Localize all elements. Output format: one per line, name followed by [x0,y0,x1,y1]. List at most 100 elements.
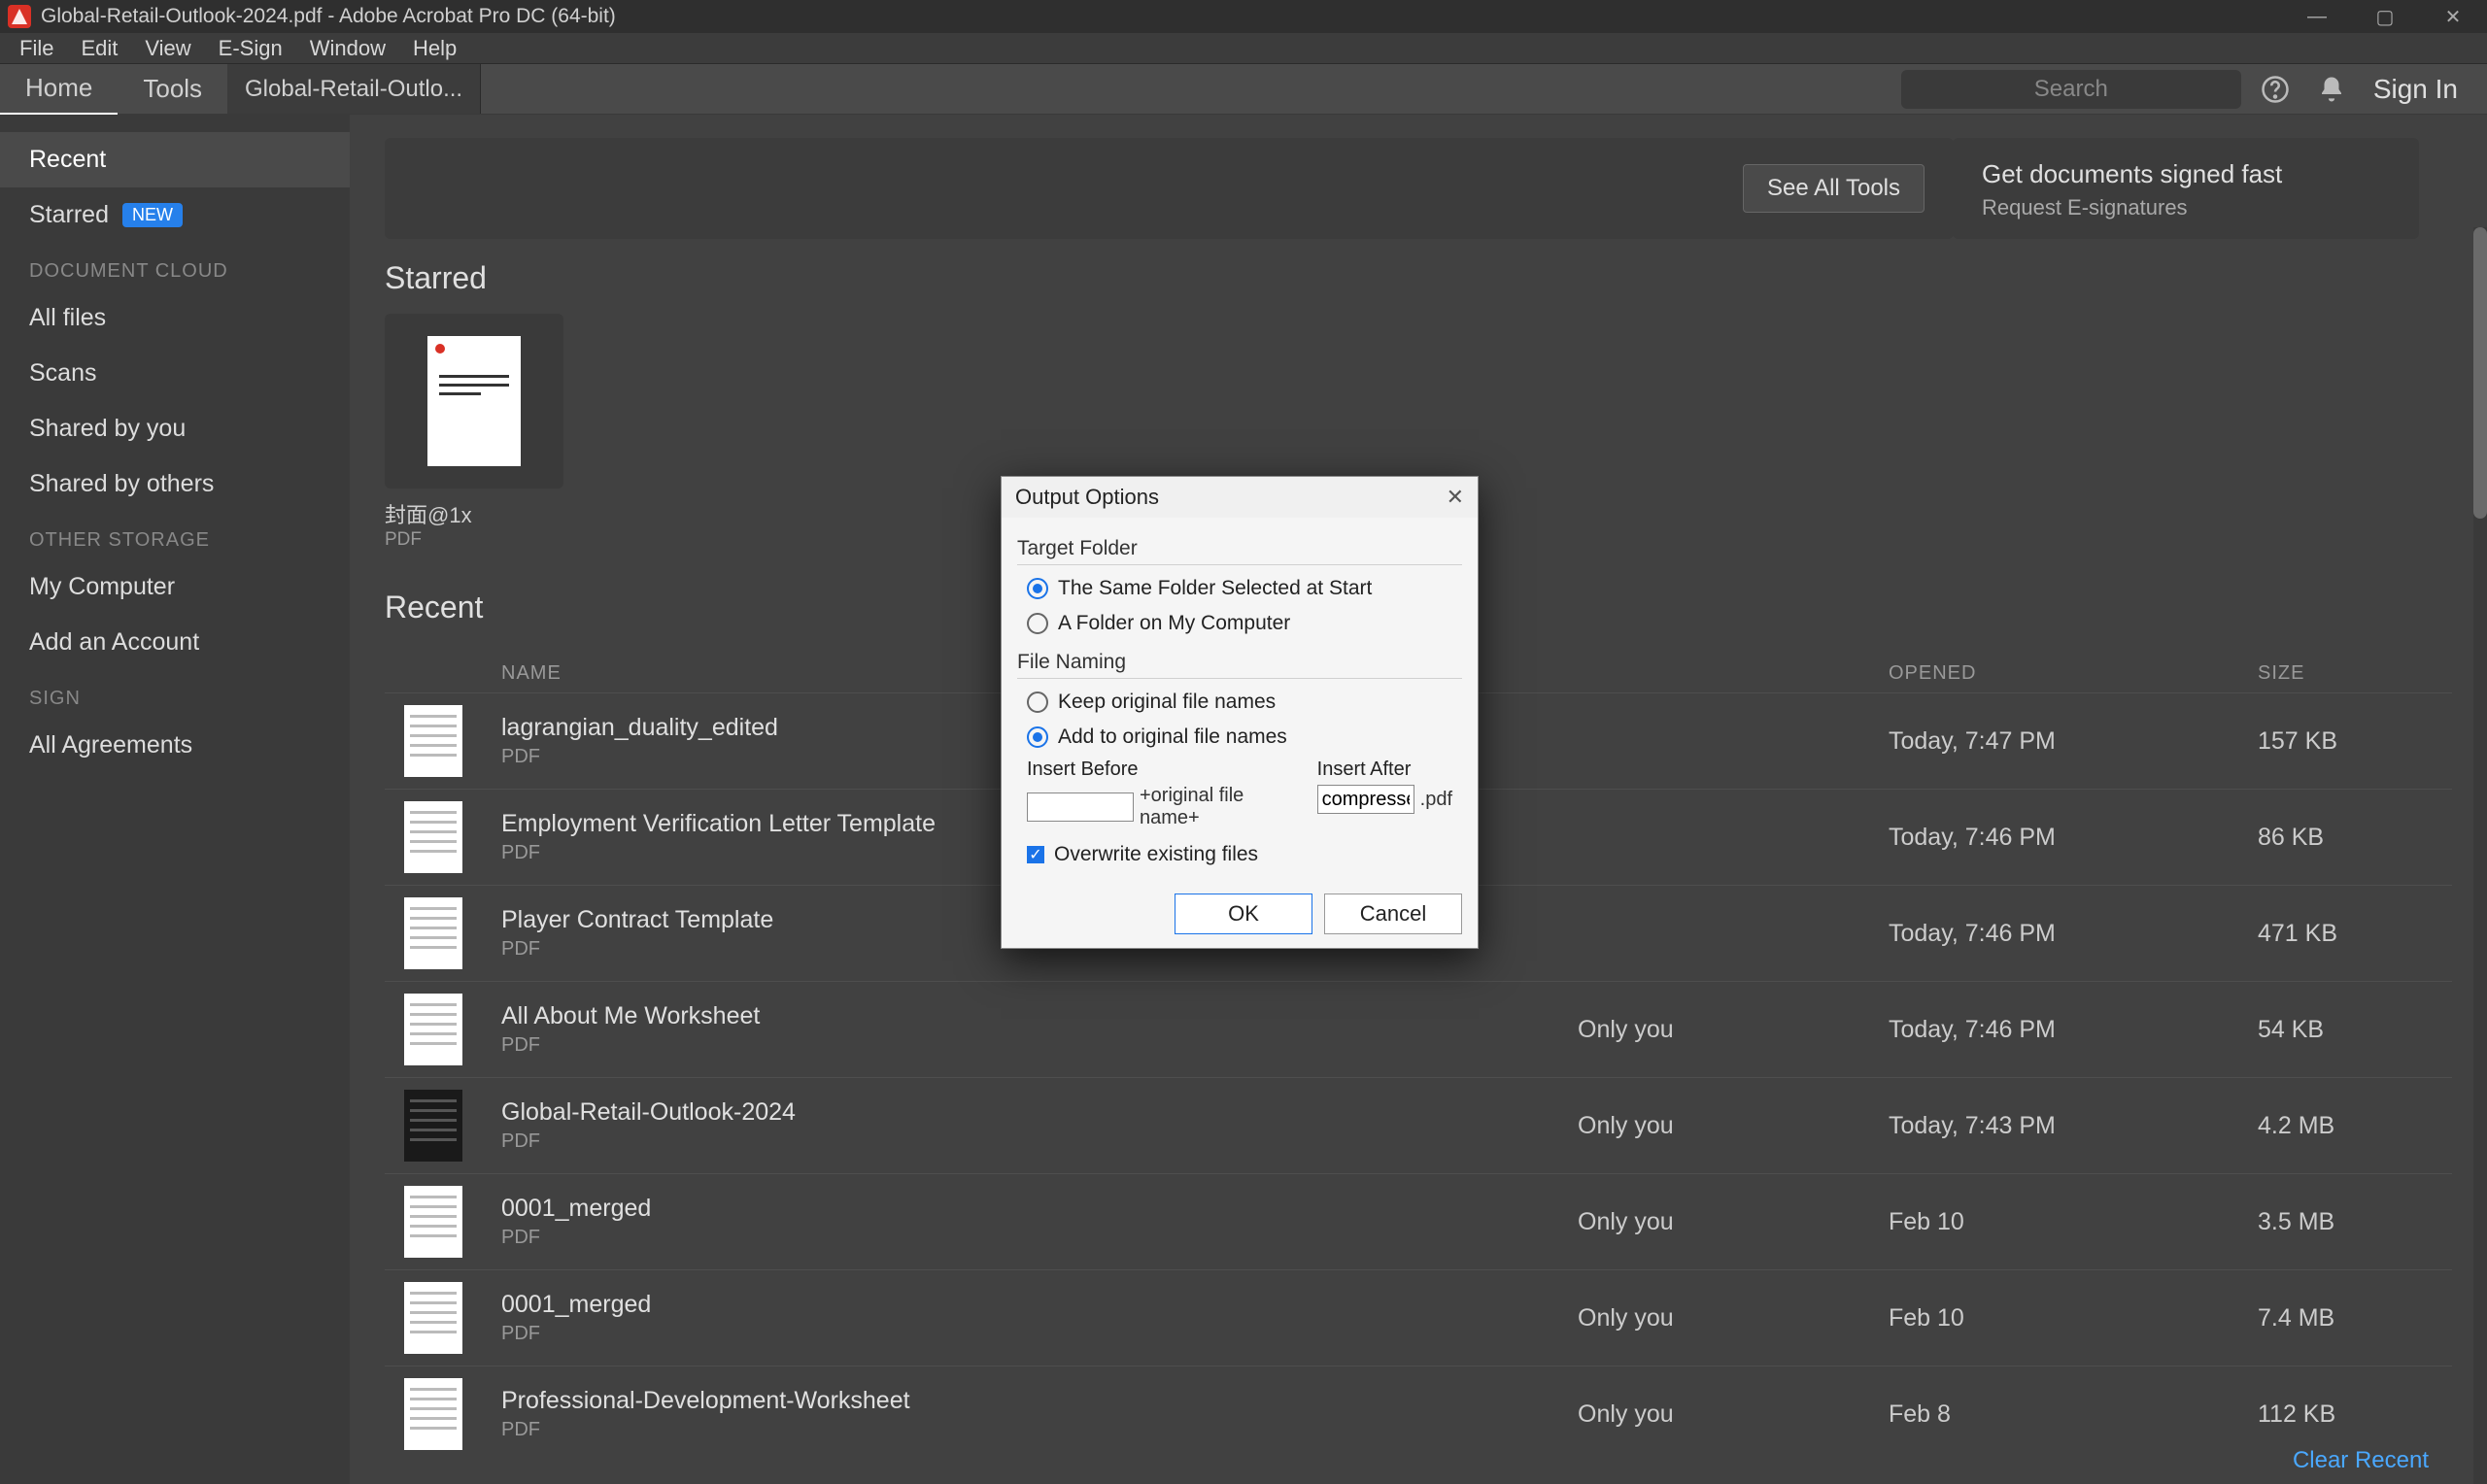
radio-keep-original-label: Keep original file names [1058,691,1276,714]
document-thumbnail-icon [404,897,462,969]
col-opened-header[interactable]: OPENED [1889,662,2258,685]
document-type: PDF [501,1034,1578,1057]
sidebar-heading-document-cloud: DOCUMENT CLOUD [0,243,350,290]
menu-help[interactable]: Help [399,36,470,61]
search-input[interactable]: Search [1901,70,2241,109]
sidebar-item-shared-by-others[interactable]: Shared by others [0,456,350,512]
radio-icon [1027,691,1048,713]
document-tab[interactable]: Global-Retail-Outlo... [227,64,481,114]
document-type: PDF [501,1227,1578,1249]
maximize-button[interactable]: ▢ [2351,0,2419,33]
insert-after-input[interactable] [1317,785,1414,814]
document-type: PDF [501,1323,1578,1345]
page-thumbnail-icon [427,336,521,466]
insert-before-label: Insert Before [1027,759,1308,781]
sidebar-starred-label: Starred [29,201,109,229]
help-icon[interactable] [2261,75,2290,104]
radio-add-original-label: Add to original file names [1058,725,1287,749]
document-owner: Only you [1578,1304,1889,1332]
document-opened: Today, 7:46 PM [1889,824,2258,852]
top-tabs: Home Tools Global-Retail-Outlo... Search… [0,64,2487,115]
sidebar-item-recent[interactable]: Recent [0,132,350,187]
dialog-close-icon[interactable]: ✕ [1447,485,1464,510]
document-type: PDF [501,1130,1578,1153]
menubar: File Edit View E-Sign Window Help [0,33,2487,64]
sidebar-item-my-computer[interactable]: My Computer [0,559,350,615]
sidebar-item-all-agreements[interactable]: All Agreements [0,718,350,773]
overwrite-checkbox-row[interactable]: ✓ Overwrite existing files [1017,837,1462,872]
document-owner: Only you [1578,1400,1889,1429]
scrollbar-thumb[interactable] [2473,227,2487,519]
menu-window[interactable]: Window [296,36,399,61]
target-folder-label: Target Folder [1017,537,1462,565]
col-size-header[interactable]: SIZE [2258,662,2452,685]
document-opened: Feb 8 [1889,1400,2258,1429]
minimize-button[interactable]: — [2283,0,2351,33]
document-size: 4.2 MB [2258,1112,2452,1140]
get-signed-sub: Request E-signatures [1982,195,2390,220]
document-thumbnail-icon [404,994,462,1065]
sidebar-item-scans[interactable]: Scans [0,346,350,401]
document-opened: Feb 10 [1889,1208,2258,1236]
tab-home[interactable]: Home [0,63,118,116]
menu-file[interactable]: File [6,36,67,61]
document-name: Professional-Development-Worksheet [501,1387,1578,1415]
radio-same-folder[interactable]: The Same Folder Selected at Start [1017,571,1462,606]
document-owner: Only you [1578,1208,1889,1236]
ok-button[interactable]: OK [1175,894,1312,934]
document-size: 112 KB [2258,1400,2452,1429]
cancel-button[interactable]: Cancel [1324,894,1462,934]
document-opened: Today, 7:43 PM [1889,1112,2258,1140]
document-opened: Today, 7:46 PM [1889,1016,2258,1044]
sidebar-item-add-account[interactable]: Add an Account [0,615,350,670]
clear-recent-link[interactable]: Clear Recent [2293,1447,2429,1474]
recent-row[interactable]: All About Me WorksheetPDFOnly youToday, … [385,981,2452,1077]
sidebar-heading-sign: SIGN [0,670,350,718]
tab-tools[interactable]: Tools [118,64,227,114]
sidebar-item-shared-by-you[interactable]: Shared by you [0,401,350,456]
document-thumbnail-icon [404,1186,462,1258]
recent-row[interactable]: 0001_mergedPDFOnly youFeb 107.4 MB [385,1269,2452,1366]
sidebar-item-starred[interactable]: Starred NEW [0,187,350,243]
starred-thumb-type: PDF [385,529,563,551]
document-thumbnail-icon [404,801,462,873]
menu-edit[interactable]: Edit [67,36,131,61]
radio-add-original[interactable]: Add to original file names [1017,720,1462,755]
dialog-title: Output Options [1015,485,1159,510]
document-name: Global-Retail-Outlook-2024 [501,1098,1578,1127]
radio-my-computer[interactable]: A Folder on My Computer [1017,606,1462,641]
insert-after-label: Insert After [1317,759,1452,781]
new-badge: NEW [122,203,183,227]
document-name: 0001_merged [501,1291,1578,1319]
document-thumbnail-icon [404,705,462,777]
get-signed-card[interactable]: Get documents signed fast Request E-sign… [1953,138,2419,239]
document-size: 157 KB [2258,727,2452,756]
sign-in-button[interactable]: Sign In [2373,74,2458,105]
document-name: 0001_merged [501,1195,1578,1223]
radio-icon [1027,613,1048,634]
see-all-tools-button[interactable]: See All Tools [1743,164,1925,213]
document-thumbnail-icon [404,1282,462,1354]
recent-row[interactable]: Global-Retail-Outlook-2024 PDFOnly youTod… [385,1077,2452,1173]
recent-row[interactable]: Professional-Development-Worksheet PDFOnl… [385,1366,2452,1462]
document-owner: Only you [1578,1016,1889,1044]
document-opened: Today, 7:46 PM [1889,920,2258,948]
menu-view[interactable]: View [131,36,204,61]
bell-icon[interactable] [2317,75,2346,104]
acrobat-icon [8,5,31,28]
starred-thumbnail[interactable]: 封面@1x PDF [385,314,563,551]
close-window-button[interactable]: ✕ [2419,0,2487,33]
insert-before-input[interactable] [1027,793,1134,822]
document-type: PDF [501,1419,1578,1441]
radio-keep-original[interactable]: Keep original file names [1017,685,1462,720]
radio-same-folder-label: The Same Folder Selected at Start [1058,577,1372,600]
document-size: 86 KB [2258,824,2452,852]
document-size: 54 KB [2258,1016,2452,1044]
menu-esign[interactable]: E-Sign [205,36,296,61]
recent-row[interactable]: 0001_mergedPDFOnly youFeb 103.5 MB [385,1173,2452,1269]
document-owner: Only you [1578,1112,1889,1140]
checkbox-icon: ✓ [1027,846,1044,863]
sidebar-item-all-files[interactable]: All files [0,290,350,346]
document-thumbnail-icon [404,1090,462,1162]
radio-my-computer-label: A Folder on My Computer [1058,612,1290,635]
